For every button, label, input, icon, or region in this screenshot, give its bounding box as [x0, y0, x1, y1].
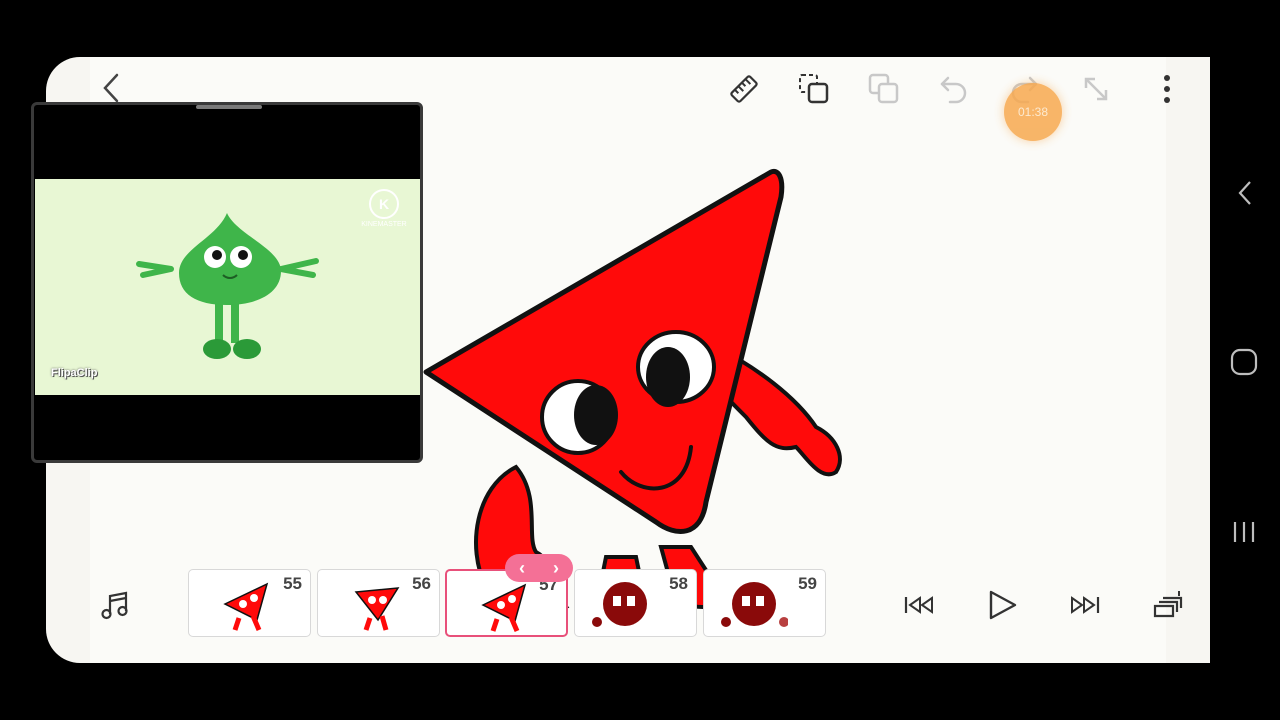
- frame-number: 59: [798, 574, 817, 593]
- timeline-frame[interactable]: 59: [703, 569, 826, 637]
- frame-nav-pill[interactable]: ‹ ›: [505, 554, 573, 582]
- system-recents-icon[interactable]: [1228, 516, 1260, 548]
- copy-frame-icon[interactable]: [796, 71, 832, 107]
- timeline-frame[interactable]: 56: [317, 569, 440, 637]
- undo-icon[interactable]: [936, 71, 972, 107]
- pip-video-frame: K KINEMASTER FlipaClip: [35, 179, 420, 395]
- recording-timer: 01:38: [1004, 83, 1062, 141]
- music-icon[interactable]: [96, 587, 134, 625]
- system-home-icon[interactable]: [1228, 346, 1260, 378]
- pip-drag-handle[interactable]: [196, 105, 262, 109]
- timeline-frame[interactable]: 55: [188, 569, 311, 637]
- system-nav-bar: [1210, 0, 1280, 720]
- kinemaster-watermark: K KINEMASTER: [357, 189, 411, 228]
- layers-icon[interactable]: [1150, 587, 1186, 623]
- character-drawing: [406, 157, 906, 617]
- frame-thumbnail: [223, 582, 269, 631]
- kinemaster-label: KINEMASTER: [361, 221, 407, 228]
- ruler-icon[interactable]: [726, 71, 762, 107]
- next-frame-icon[interactable]: ›: [553, 558, 559, 579]
- duplicate-icon[interactable]: [866, 71, 902, 107]
- frame-number: 55: [283, 574, 302, 593]
- kinemaster-logo: K: [369, 189, 399, 219]
- system-back-icon[interactable]: [1230, 178, 1260, 208]
- pip-video-overlay[interactable]: K KINEMASTER FlipaClip: [31, 102, 423, 463]
- back-icon[interactable]: [96, 71, 126, 105]
- green-drop-character: [136, 213, 319, 359]
- frame-thumbnail: [354, 587, 400, 631]
- skip-back-icon[interactable]: [902, 587, 938, 623]
- frame-number: 58: [669, 574, 688, 593]
- frame-number: 56: [412, 574, 431, 593]
- play-icon[interactable]: [982, 585, 1022, 625]
- flipaclip-watermark: FlipaClip: [51, 367, 98, 379]
- frame-thumbnail: [481, 583, 527, 632]
- recording-timer-text: 01:38: [1017, 105, 1049, 119]
- frame-thumbnail: [721, 582, 788, 627]
- frame-thumbnail: [592, 582, 647, 627]
- previous-frame-icon[interactable]: ‹: [519, 558, 525, 579]
- more-vertical-icon[interactable]: [1152, 71, 1182, 107]
- timeline-frame[interactable]: 58: [574, 569, 697, 637]
- expand-icon[interactable]: [1078, 71, 1114, 107]
- skip-forward-icon[interactable]: [1066, 587, 1102, 623]
